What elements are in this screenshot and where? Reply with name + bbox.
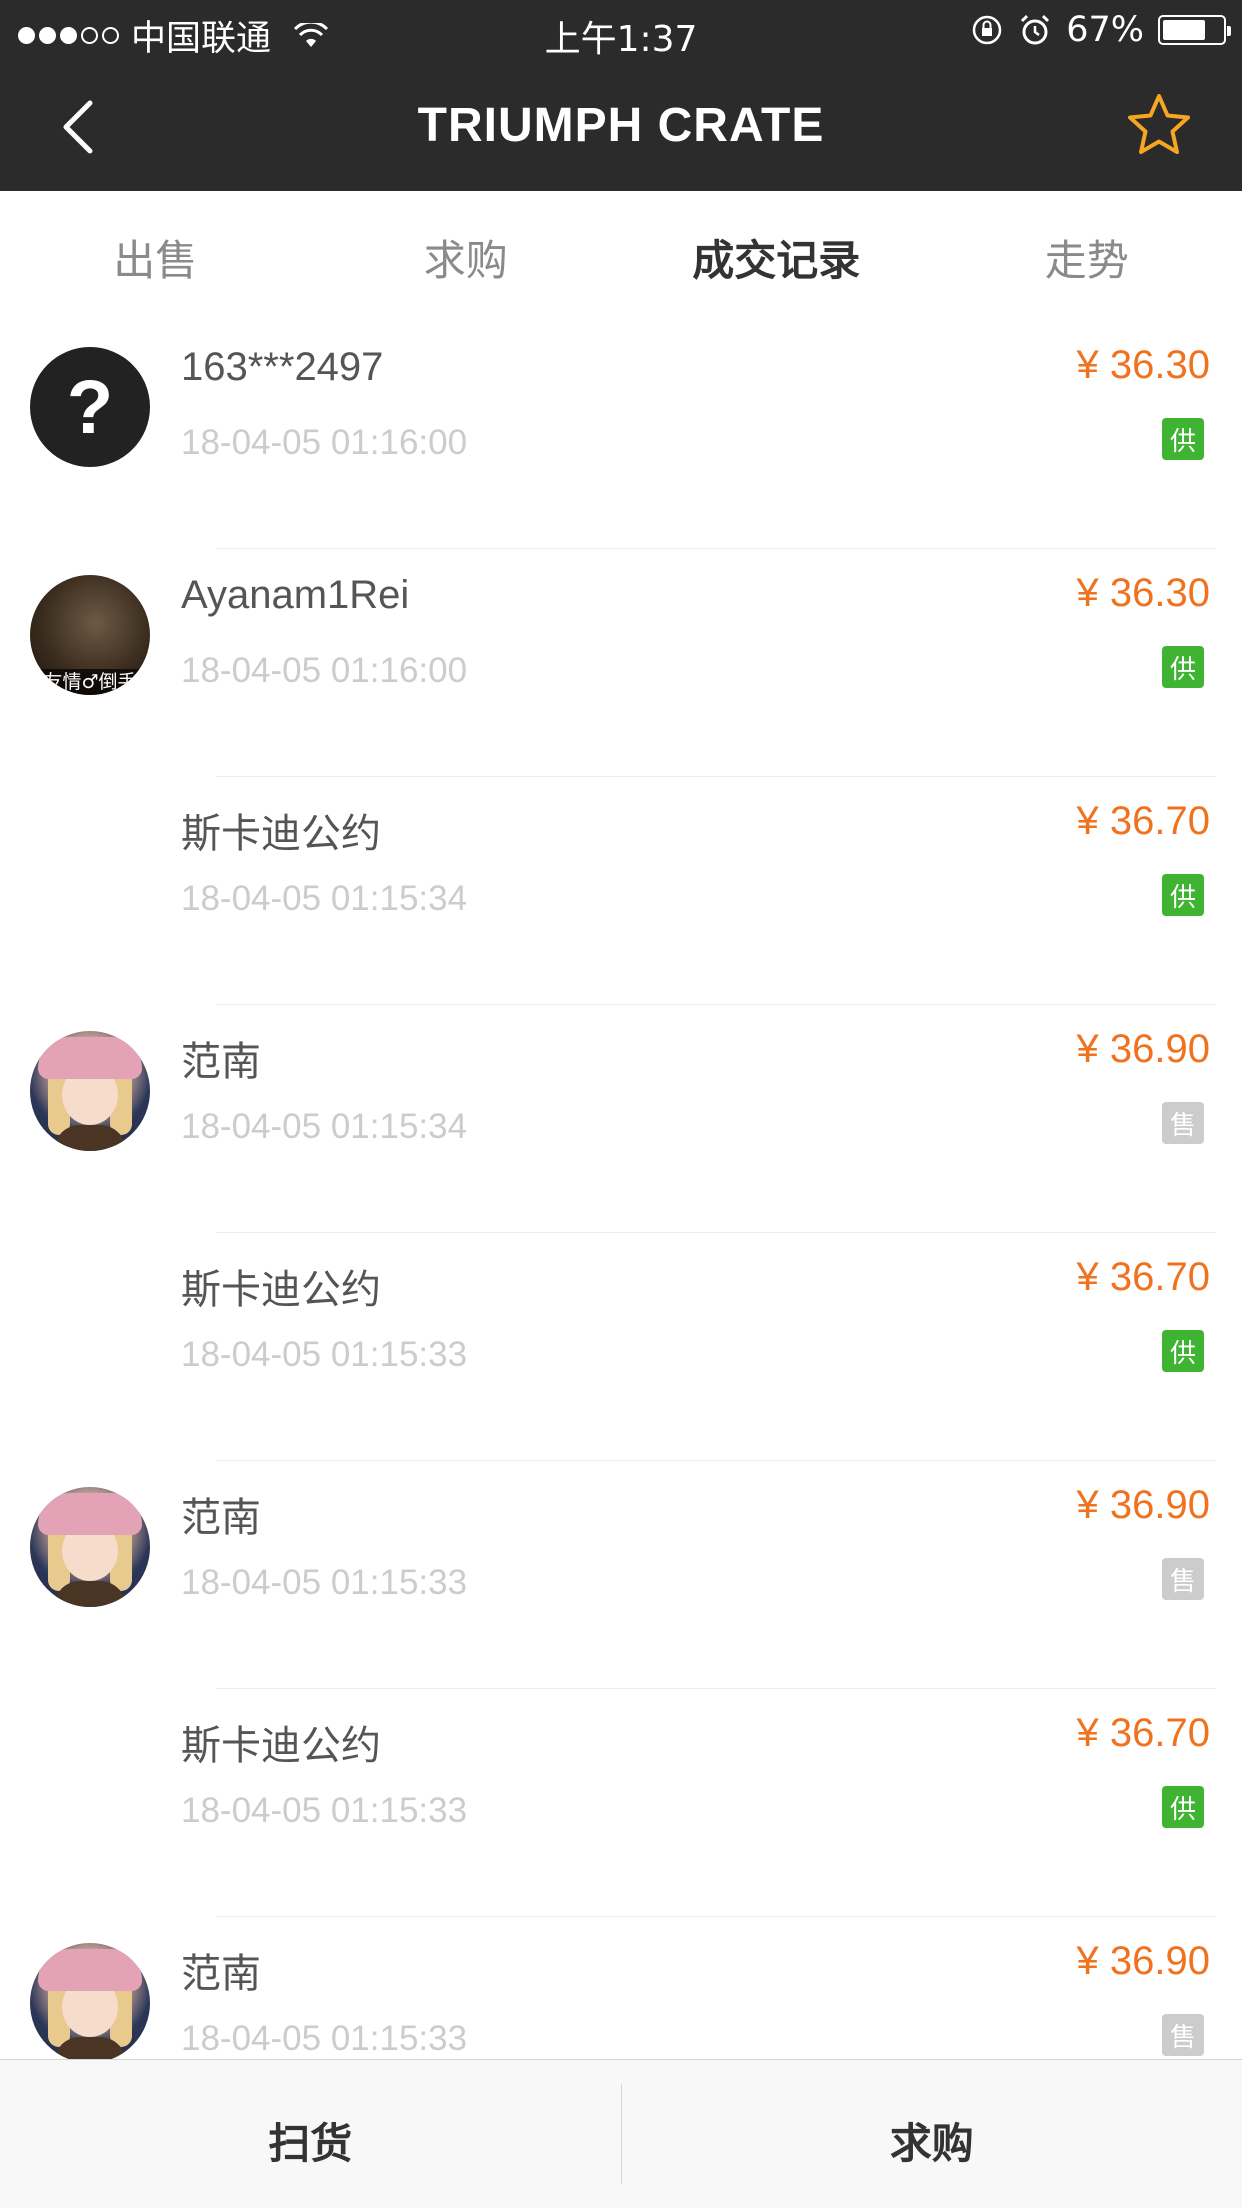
question-mark-icon: ?: [66, 364, 114, 450]
list-item[interactable]: 斯卡迪公约 18-04-05 01:15:34 ¥ 36.70 供: [0, 777, 1242, 1005]
tab-bar: 出售 求购 成交记录 走势: [0, 191, 1242, 321]
timestamp: 18-04-05 01:15:34: [181, 879, 468, 918]
user-name: 范南: [181, 1496, 261, 1540]
user-name: 范南: [181, 1040, 261, 1084]
tab-transaction-records[interactable]: 成交记录: [621, 191, 932, 321]
price: ¥ 36.90: [1076, 1483, 1210, 1527]
timestamp: 18-04-05 01:15:33: [181, 1791, 468, 1830]
timestamp: 18-04-05 01:16:00: [181, 651, 468, 690]
page-title: TRIUMPH CRATE: [417, 99, 825, 152]
list-item[interactable]: 范南 18-04-05 01:15:33 ¥ 36.90 售: [0, 1917, 1242, 2059]
timestamp: 18-04-05 01:15:33: [181, 1563, 468, 1602]
type-badge: 供: [1162, 874, 1204, 916]
buy-request-button[interactable]: 求购: [622, 2060, 1242, 2208]
avatar: [30, 1943, 150, 2059]
battery-percent: 67%: [1066, 10, 1144, 50]
avatar: [30, 803, 150, 923]
battery-icon: [1158, 15, 1231, 45]
status-bar: 中国联通 上午1:37 67%: [0, 0, 1242, 62]
price: ¥ 36.70: [1076, 1255, 1210, 1299]
price: ¥ 36.90: [1076, 1939, 1210, 1983]
type-badge: 售: [1162, 1558, 1204, 1600]
favorite-button[interactable]: [1126, 92, 1192, 158]
avatar: ?: [30, 347, 150, 467]
type-badge: 供: [1162, 418, 1204, 460]
timestamp: 18-04-05 01:15:34: [181, 1107, 468, 1146]
user-name: 斯卡迪公约: [181, 1724, 381, 1768]
timestamp: 18-04-05 01:15:33: [181, 2019, 468, 2058]
avatar: 友情♂倒手: [30, 575, 150, 695]
timestamp: 18-04-05 01:16:00: [181, 423, 468, 462]
avatar: [30, 1487, 150, 1607]
user-name: Ayanam1Rei: [181, 573, 410, 617]
user-name: 范南: [181, 1952, 261, 1996]
list-item[interactable]: 范南 18-04-05 01:15:33 ¥ 36.90 售: [0, 1461, 1242, 1689]
type-badge: 供: [1162, 1786, 1204, 1828]
alarm-icon: [1021, 14, 1050, 45]
avatar: [30, 1259, 150, 1379]
type-badge: 售: [1162, 1102, 1204, 1144]
star-outline-icon: [1128, 94, 1190, 154]
type-badge: 供: [1162, 1330, 1204, 1372]
tab-buy-orders[interactable]: 求购: [311, 191, 622, 321]
nav-bar: TRIUMPH CRATE: [0, 62, 1242, 191]
price: ¥ 36.30: [1076, 343, 1210, 387]
bottom-action-bar: 扫货 求购: [0, 2059, 1242, 2208]
list-item[interactable]: 范南 18-04-05 01:15:34 ¥ 36.90 售: [0, 1005, 1242, 1233]
list-item[interactable]: 友情♂倒手 Ayanam1Rei 18-04-05 01:16:00 ¥ 36.…: [0, 549, 1242, 777]
tab-sell[interactable]: 出售: [0, 191, 311, 321]
avatar: [30, 1715, 150, 1835]
user-name: 163***2497: [181, 345, 384, 389]
user-name: 斯卡迪公约: [181, 812, 381, 856]
price: ¥ 36.90: [1076, 1027, 1210, 1071]
transaction-list[interactable]: ? 163***2497 18-04-05 01:16:00 ¥ 36.30 供…: [0, 321, 1242, 2059]
header: 中国联通 上午1:37 67% TRIUMPH CRATE: [0, 0, 1242, 191]
list-item[interactable]: 斯卡迪公约 18-04-05 01:15:33 ¥ 36.70 供: [0, 1233, 1242, 1461]
rotation-lock-icon: [972, 15, 1002, 45]
sweep-buy-button[interactable]: 扫货: [0, 2060, 621, 2208]
price: ¥ 36.70: [1076, 1711, 1210, 1755]
timestamp: 18-04-05 01:15:33: [181, 1335, 468, 1374]
price: ¥ 36.70: [1076, 799, 1210, 843]
list-item[interactable]: 斯卡迪公约 18-04-05 01:15:33 ¥ 36.70 供: [0, 1689, 1242, 1917]
status-right: 67%: [970, 10, 1231, 50]
avatar-caption: 友情♂倒手: [30, 669, 150, 695]
price: ¥ 36.30: [1076, 571, 1210, 615]
type-badge: 供: [1162, 646, 1204, 688]
tab-trend[interactable]: 走势: [932, 191, 1242, 321]
list-item[interactable]: ? 163***2497 18-04-05 01:16:00 ¥ 36.30 供: [0, 321, 1242, 549]
type-badge: 售: [1162, 2014, 1204, 2056]
user-name: 斯卡迪公约: [181, 1268, 381, 1312]
avatar: [30, 1031, 150, 1151]
